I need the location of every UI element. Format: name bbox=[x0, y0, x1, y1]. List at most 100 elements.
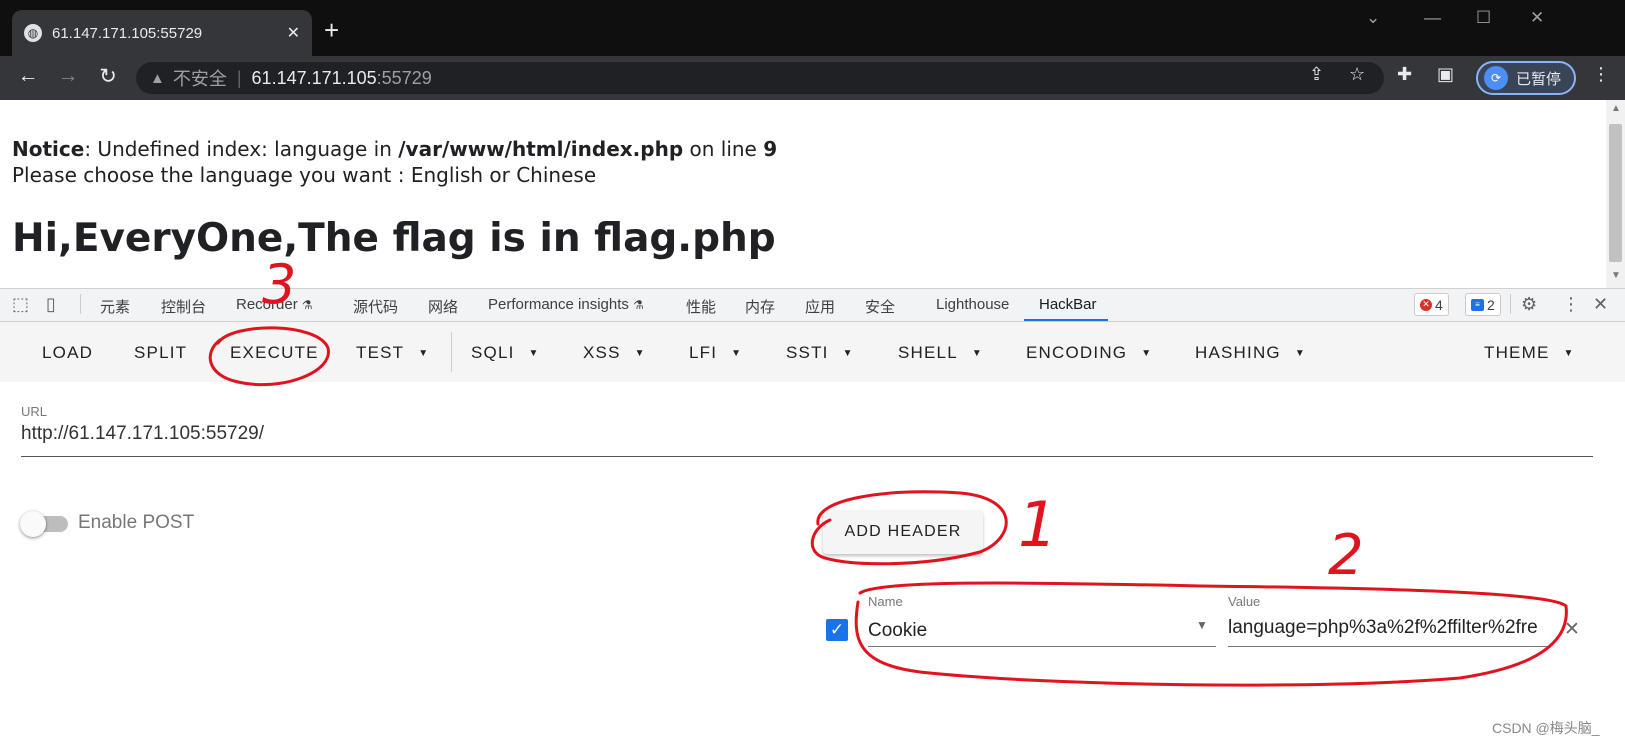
annotation-one: 1 bbox=[1018, 488, 1057, 561]
devtools-close-icon[interactable]: ✕ bbox=[1593, 294, 1608, 315]
caret-down-icon: ▼ bbox=[1294, 348, 1306, 359]
browser-tab[interactable]: ◍ 61.147.171.105:55729 ✕ bbox=[12, 10, 312, 56]
devtools-tab-memory[interactable]: 内存 bbox=[745, 296, 775, 317]
recorder-label: Recorder bbox=[236, 296, 298, 313]
header-name-underline bbox=[868, 646, 1216, 647]
header-value-label: Value bbox=[1228, 594, 1261, 609]
warning-icon: ▲ bbox=[150, 69, 165, 87]
header-name-select[interactable]: Cookie bbox=[868, 620, 927, 642]
insecure-label[interactable]: 不安全 bbox=[173, 65, 227, 91]
extensions-icon[interactable]: ✚ bbox=[1397, 64, 1412, 85]
errors-count: 4 bbox=[1435, 296, 1443, 313]
xss-label: XSS bbox=[583, 343, 621, 362]
test-menu[interactable]: TEST ▼ bbox=[356, 343, 429, 363]
caret-down-icon: ▼ bbox=[1563, 348, 1575, 359]
scroll-up-icon[interactable]: ▲ bbox=[1611, 103, 1621, 114]
encoding-menu[interactable]: ENCODING ▼ bbox=[1026, 343, 1152, 363]
new-tab-button[interactable]: + bbox=[324, 15, 339, 45]
url-input-underline bbox=[21, 456, 1593, 457]
devtools-tab-sources[interactable]: 源代码 bbox=[353, 296, 398, 317]
dropdown-caret-icon[interactable]: ▼ bbox=[1196, 618, 1208, 632]
caret-down-icon: ▼ bbox=[971, 348, 983, 359]
php-notice: Notice: Undefined index: language in /va… bbox=[12, 136, 777, 162]
notice-text: : Undefined index: language in bbox=[84, 137, 399, 161]
url-host: 61.147.171.105 bbox=[251, 67, 377, 88]
xss-menu[interactable]: XSS ▼ bbox=[583, 343, 646, 363]
devtools-tab-console[interactable]: 控制台 bbox=[161, 296, 206, 317]
page-heading: Hi,EveryOne,The flag is in flag.php bbox=[12, 216, 776, 261]
notice-label: Notice bbox=[12, 137, 85, 161]
reload-button[interactable]: ↻ bbox=[93, 64, 123, 89]
omnibox-separator: | bbox=[236, 67, 242, 88]
scrollbar-thumb[interactable] bbox=[1609, 124, 1622, 262]
shell-label: SHELL bbox=[898, 343, 958, 362]
flask-icon: ⚗ bbox=[301, 298, 313, 312]
test-label: TEST bbox=[356, 343, 405, 362]
caret-down-icon: ▼ bbox=[731, 348, 743, 359]
ssti-menu[interactable]: SSTI ▼ bbox=[786, 343, 854, 363]
flask-icon: ⚗ bbox=[633, 298, 644, 312]
watermark: CSDN @梅头脑_ bbox=[1492, 720, 1600, 736]
messages-badge[interactable]: ≡ 2 bbox=[1465, 293, 1501, 316]
maximize-button[interactable]: ☐ bbox=[1476, 8, 1491, 28]
header-value-input[interactable]: language=php%3a%2f%2ffilter%2fre bbox=[1228, 617, 1548, 639]
toggle-knob[interactable] bbox=[20, 511, 46, 537]
address-bar[interactable]: ▲ 不安全 | 61.147.171.105:55729 bbox=[136, 62, 1384, 94]
settings-gear-icon[interactable]: ⚙ bbox=[1521, 294, 1537, 315]
sqli-menu[interactable]: SQLI ▼ bbox=[471, 343, 540, 363]
notice-line-number: 9 bbox=[763, 137, 778, 161]
split-button[interactable]: SPLIT bbox=[134, 343, 187, 363]
devtools-menu-icon[interactable]: ⋮ bbox=[1562, 294, 1580, 315]
message-icon: ≡ bbox=[1471, 298, 1484, 311]
device-toolbar-icon[interactable]: ▯ bbox=[46, 294, 56, 315]
browser-menu-icon[interactable]: ⋮ bbox=[1592, 64, 1610, 85]
enable-post-label: Enable POST bbox=[78, 512, 195, 533]
url-input[interactable]: http://61.147.171.105:55729/ bbox=[21, 423, 264, 445]
remove-header-icon[interactable]: ✕ bbox=[1564, 618, 1580, 641]
share-icon[interactable]: ⇪ bbox=[1309, 64, 1324, 85]
side-panel-icon[interactable]: ▣ bbox=[1437, 64, 1454, 85]
caret-down-icon: ▼ bbox=[418, 348, 430, 359]
devtools-tab-hackbar[interactable]: HackBar bbox=[1039, 296, 1097, 313]
profile-button[interactable]: ⟳ 已暂停 bbox=[1476, 61, 1576, 95]
caret-down-icon: ▼ bbox=[842, 348, 854, 359]
performance-insights-label: Performance insights bbox=[488, 296, 629, 313]
bookmark-star-icon[interactable]: ☆ bbox=[1349, 64, 1365, 85]
devtools-tab-elements[interactable]: 元素 bbox=[100, 296, 130, 317]
menu-divider bbox=[451, 332, 452, 372]
caret-down-icon: ▼ bbox=[634, 348, 646, 359]
notice-path: /var/www/html/index.php bbox=[398, 137, 684, 161]
tab-search-icon[interactable]: ⌄ bbox=[1366, 8, 1380, 28]
devtools-tab-performance-insights[interactable]: Performance insights ⚗ bbox=[488, 296, 644, 313]
execute-button[interactable]: EXECUTE bbox=[230, 343, 319, 363]
caret-down-icon: ▼ bbox=[1141, 348, 1153, 359]
scroll-down-icon[interactable]: ▼ bbox=[1611, 270, 1621, 281]
hashing-label: HASHING bbox=[1195, 343, 1281, 362]
ssti-label: SSTI bbox=[786, 343, 829, 362]
back-button[interactable]: ← bbox=[13, 64, 43, 88]
window-close-button[interactable]: ✕ bbox=[1530, 8, 1544, 28]
devtools-tab-application[interactable]: 应用 bbox=[805, 296, 835, 317]
active-tab-indicator bbox=[1024, 319, 1108, 321]
lfi-menu[interactable]: LFI ▼ bbox=[689, 343, 742, 363]
devtools-tab-recorder[interactable]: Recorder ⚗ bbox=[236, 296, 313, 313]
devtools-tab-performance[interactable]: 性能 bbox=[686, 296, 716, 317]
add-header-button[interactable]: ADD HEADER bbox=[823, 510, 983, 554]
devtools-tab-lighthouse[interactable]: Lighthouse bbox=[936, 296, 1009, 313]
forward-button[interactable]: → bbox=[53, 64, 83, 88]
hashing-menu[interactable]: HASHING ▼ bbox=[1195, 343, 1306, 363]
header-enabled-checkbox[interactable]: ✓ bbox=[826, 619, 848, 641]
url-port: :55729 bbox=[376, 67, 432, 88]
minimize-button[interactable]: — bbox=[1424, 8, 1441, 28]
devtools-tab-security[interactable]: 安全 bbox=[865, 296, 895, 317]
messages-count: 2 bbox=[1487, 296, 1495, 313]
tab-close-icon[interactable]: ✕ bbox=[287, 23, 300, 43]
load-button[interactable]: LOAD bbox=[42, 343, 93, 363]
annotation-two: 2 bbox=[1328, 523, 1364, 588]
inspect-element-icon[interactable]: ⬚ bbox=[12, 294, 29, 315]
errors-badge[interactable]: ✕ 4 bbox=[1414, 293, 1449, 316]
header-name-label: Name bbox=[868, 594, 903, 609]
devtools-tab-network[interactable]: 网络 bbox=[428, 296, 458, 317]
theme-menu[interactable]: THEME ▼ bbox=[1484, 343, 1575, 363]
shell-menu[interactable]: SHELL ▼ bbox=[898, 343, 983, 363]
